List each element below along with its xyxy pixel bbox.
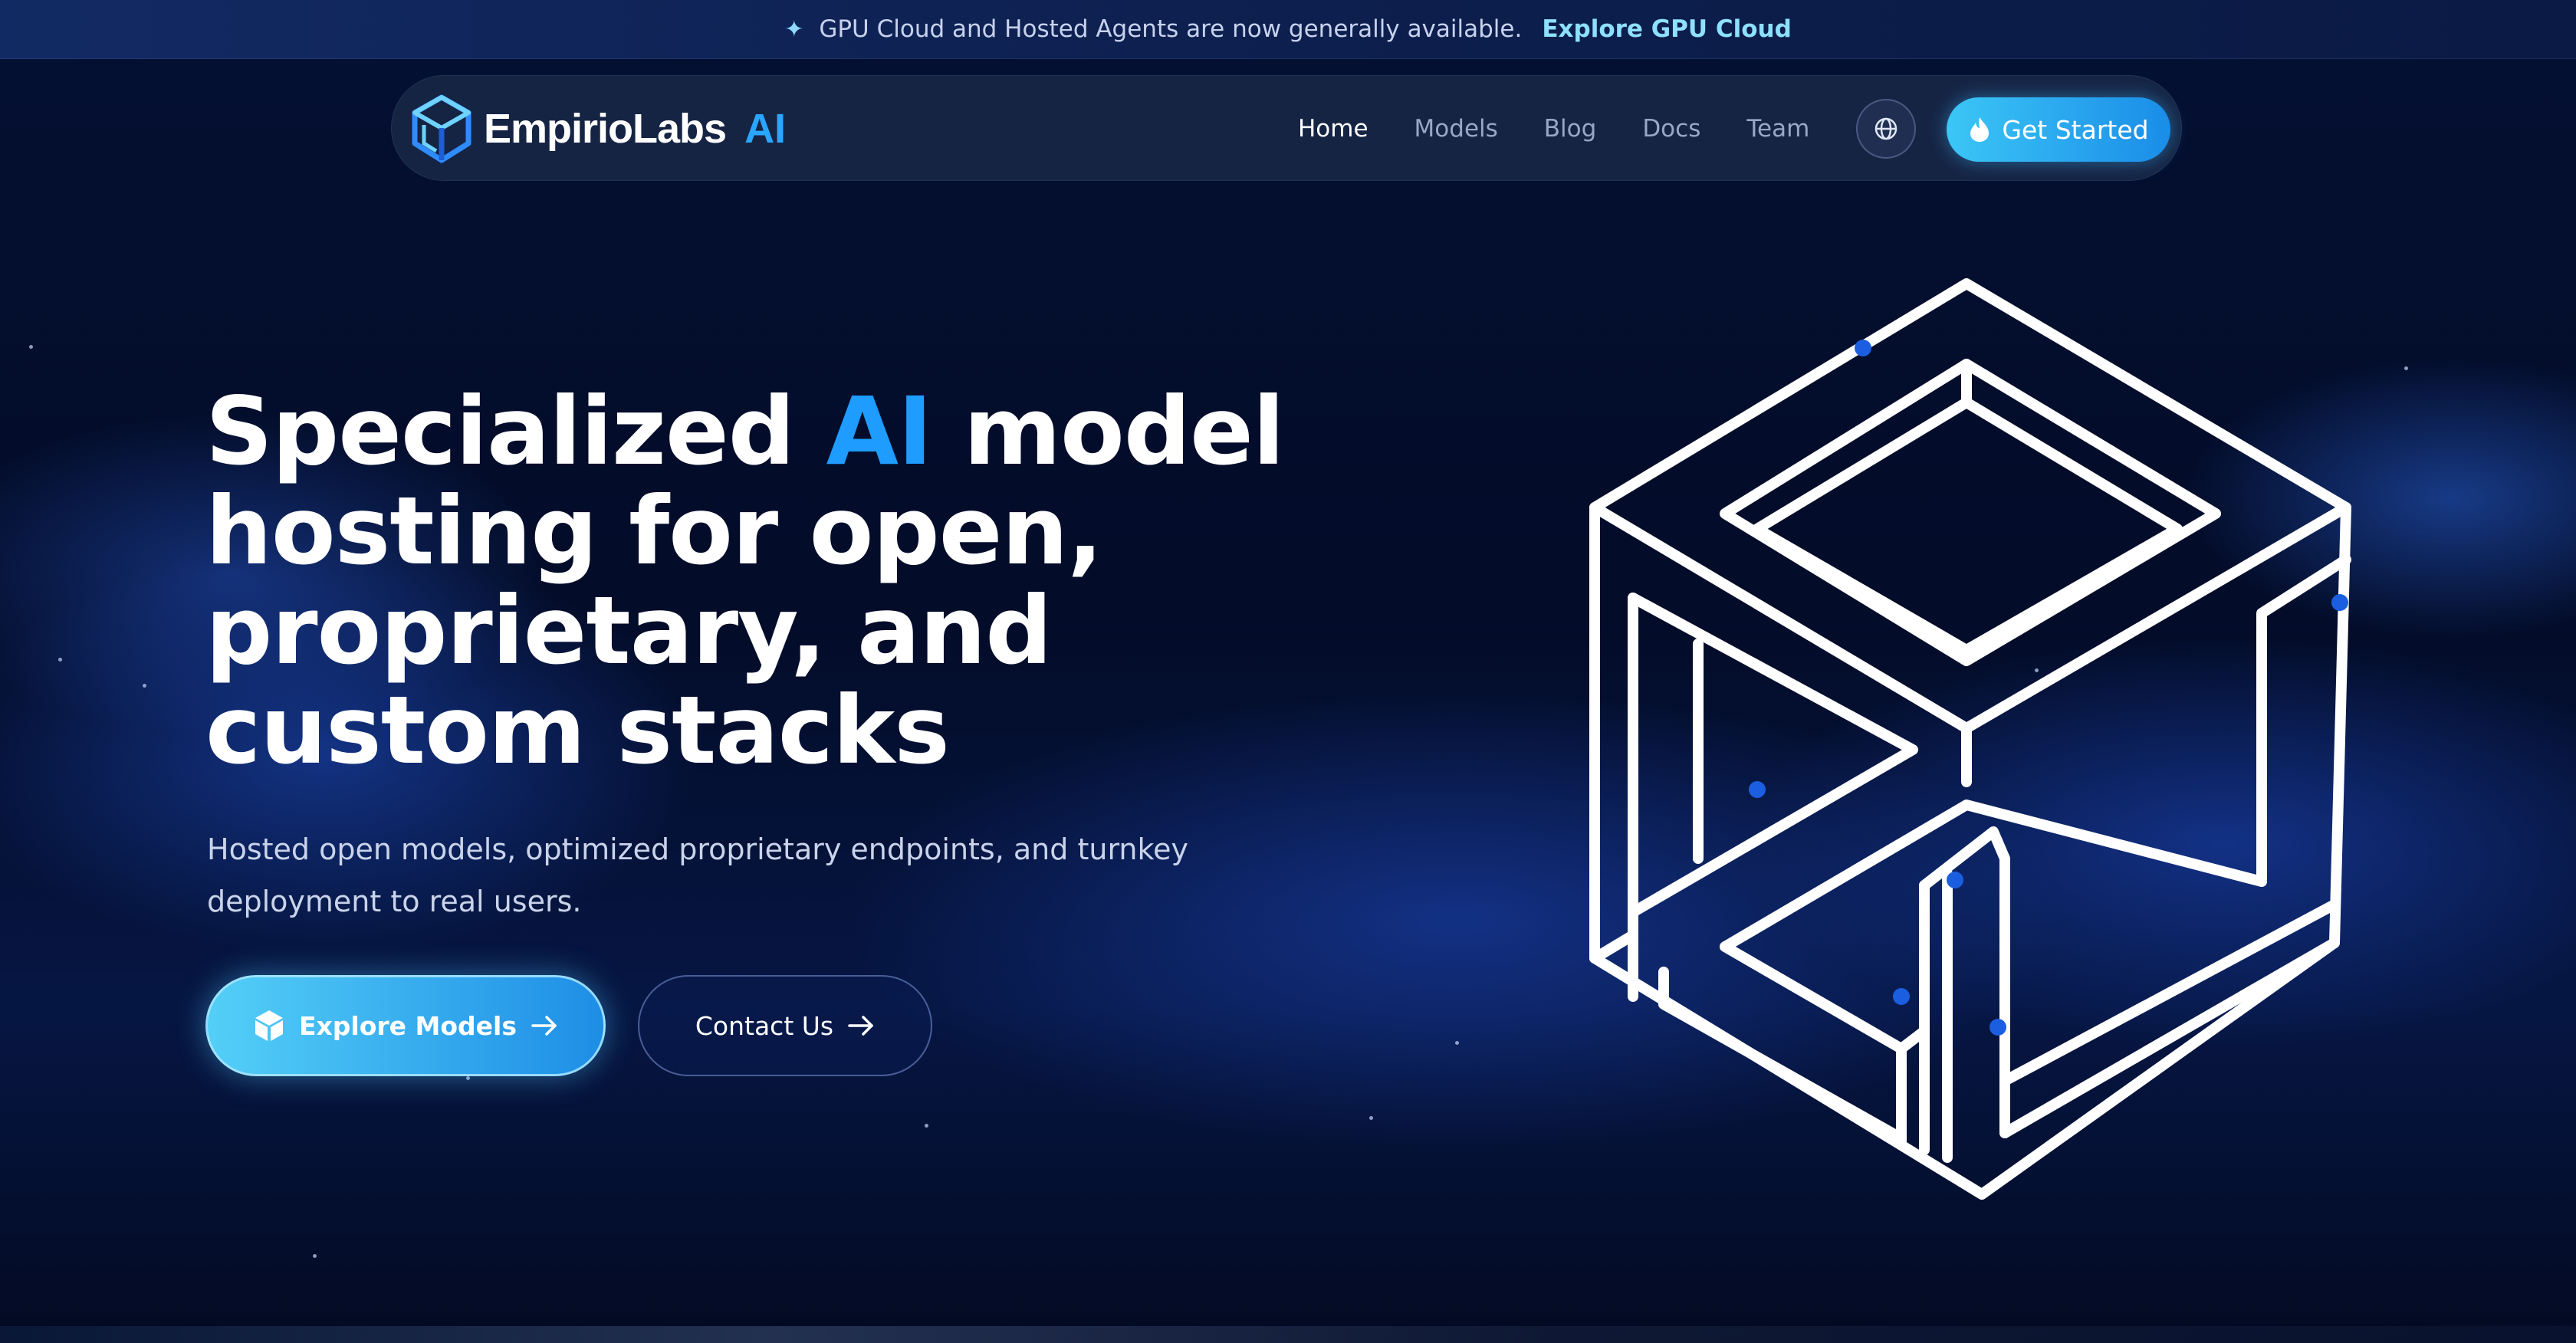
contact-us-label: Contact Us — [695, 1010, 834, 1041]
language-button[interactable] — [1856, 99, 1916, 159]
explore-gpu-cloud-link[interactable]: Explore GPU Cloud — [1542, 15, 1791, 43]
nav-blog[interactable]: Blog — [1544, 115, 1597, 143]
nav-models[interactable]: Models — [1414, 115, 1498, 143]
contact-us-button[interactable]: Contact Us — [638, 975, 932, 1076]
brand-suffix: AI — [744, 106, 787, 152]
brand-cube-icon — [412, 94, 472, 163]
get-started-button[interactable]: Get Started — [1947, 97, 2170, 162]
arrow-right-icon — [848, 1016, 873, 1036]
brand-logo[interactable]: EmpirioLabs AI — [410, 94, 786, 163]
brand-name: EmpirioLabs — [484, 106, 727, 152]
nav-team[interactable]: Team — [1746, 115, 1809, 143]
nav-home[interactable]: Home — [1298, 115, 1368, 143]
cube-icon — [255, 1010, 283, 1041]
bottom-edge — [0, 1326, 2576, 1343]
sparkle-icon: ✦ — [784, 15, 804, 43]
arrow-right-icon — [531, 1016, 557, 1036]
flame-icon — [1970, 117, 1990, 142]
hero-title-accent: AI — [826, 377, 933, 486]
explore-models-label: Explore Models — [298, 1010, 518, 1041]
hero-title-start: Specialized — [205, 377, 826, 486]
announcement-text: GPU Cloud and Hosted Agents are now gene… — [819, 15, 1523, 43]
isometric-cube-illustration — [1589, 278, 2351, 1200]
get-started-label: Get Started — [2002, 114, 2149, 145]
nav-links: Home Models Blog Docs Team — [1298, 76, 1855, 182]
hero-subtitle: Hosted open models, optimized proprietar… — [207, 832, 1188, 918]
explore-models-button[interactable]: Explore Models — [205, 975, 606, 1076]
announcement-bar: ✦ GPU Cloud and Hosted Agents are now ge… — [0, 0, 2576, 59]
globe-icon — [1875, 117, 1898, 140]
hero-title: Specialized AI model hosting for open, p… — [205, 382, 1355, 780]
nav-docs[interactable]: Docs — [1642, 115, 1700, 143]
navbar: EmpirioLabs AI Home Models Blog Docs Tea… — [391, 75, 2182, 181]
